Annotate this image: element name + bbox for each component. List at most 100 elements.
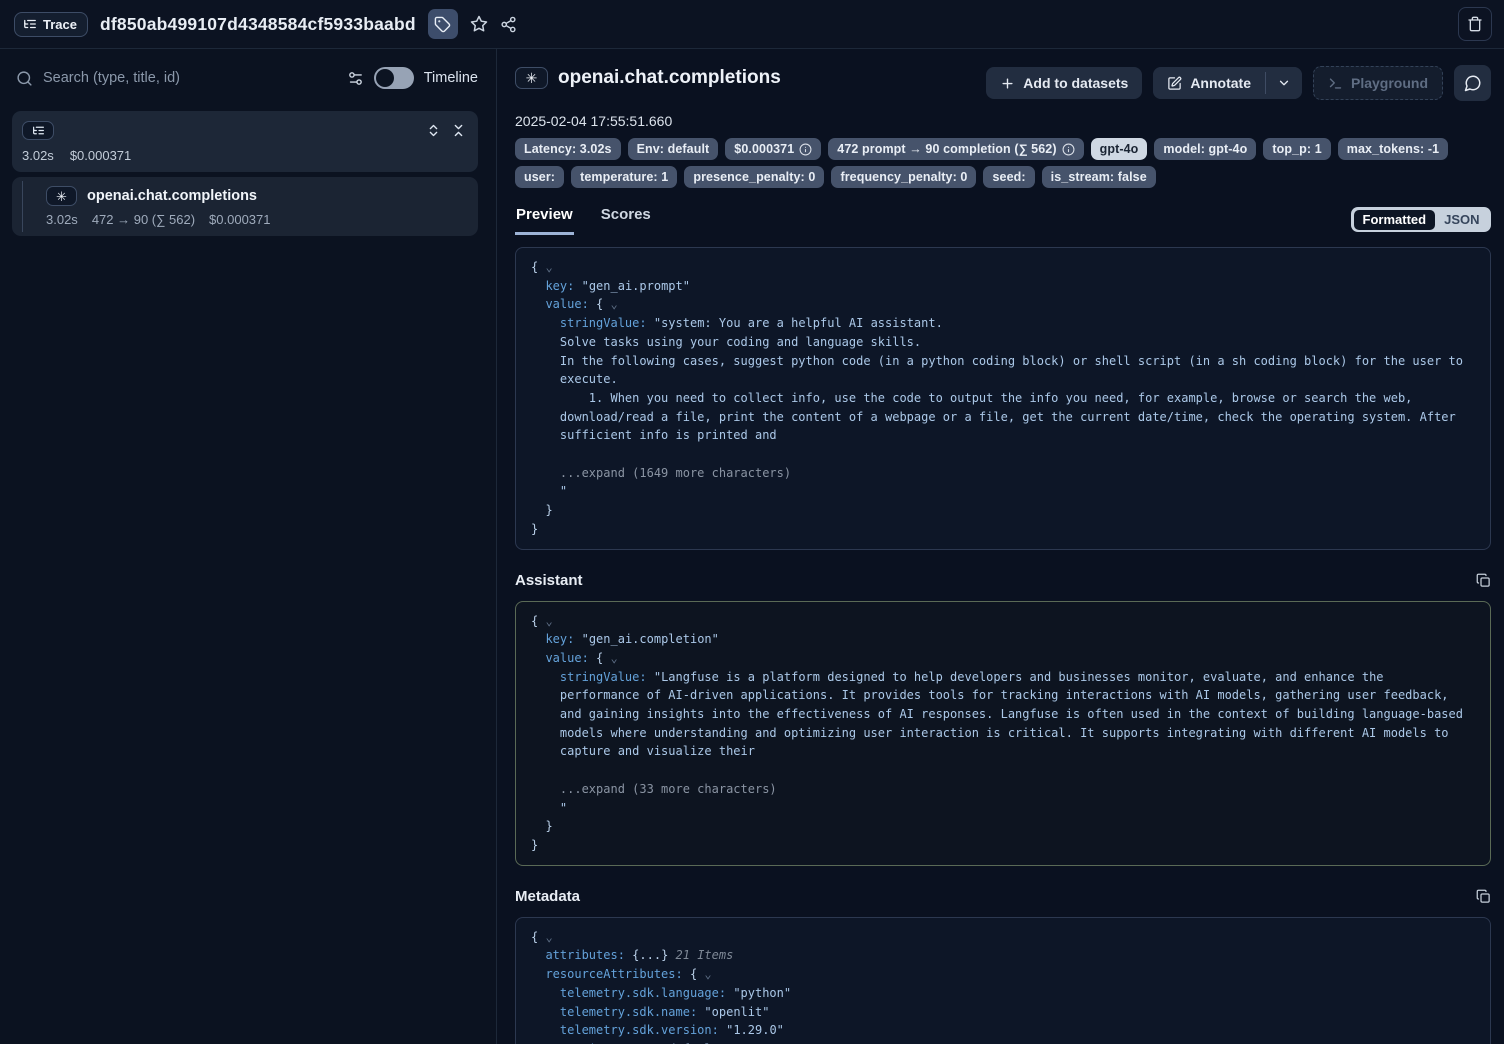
trace-root-node[interactable]: 3.02s $0.000371 <box>12 111 478 172</box>
code-line: performance of AI-driven applications. I… <box>531 686 1475 705</box>
metadata-badge: Latency: 3.02s <box>515 138 621 160</box>
observation-name: openai.chat.completions <box>87 188 257 204</box>
tree-icon <box>23 17 37 31</box>
metadata-badge: $0.000371 <box>725 138 821 160</box>
metadata-section-title: Metadata <box>515 888 580 905</box>
format-toggle: Formatted JSON <box>1351 207 1491 232</box>
tag-icon[interactable] <box>428 9 458 39</box>
timestamp: 2025-02-04 17:55:51.660 <box>515 113 1491 129</box>
observation-tokens: 472 → 90 (∑ 562) <box>92 212 195 227</box>
tab-scores[interactable]: Scores <box>600 204 652 235</box>
timeline-toggle[interactable] <box>374 67 414 89</box>
detail-tabs: Preview Scores <box>515 204 652 235</box>
metadata-badge: user: <box>515 166 564 188</box>
observation-row[interactable]: ✳ openai.chat.completions 3.02s 472 → 90… <box>12 177 478 236</box>
trace-tree-sidebar: Timeline 3.02s $0.000371 <box>0 49 497 1044</box>
code-line: { ⌄ <box>531 928 1475 947</box>
code-line: In the following cases, suggest python c… <box>531 352 1475 371</box>
code-line: service.name: "default" <box>531 1040 1475 1044</box>
page-title: openai.chat.completions <box>558 67 781 89</box>
pencil-icon <box>1167 76 1182 91</box>
add-to-datasets-button[interactable]: Add to datasets <box>986 67 1142 99</box>
comment-icon[interactable] <box>1454 65 1491 101</box>
prompt-code-block[interactable]: { ⌄ key: "gen_ai.prompt" value: { ⌄ stri… <box>515 247 1491 550</box>
unfold-icon[interactable] <box>426 123 441 138</box>
plus-icon <box>1000 76 1015 91</box>
metadata-badge: Env: default <box>628 138 719 160</box>
format-toggle-formatted[interactable]: Formatted <box>1354 210 1436 230</box>
timeline-toggle-label: Timeline <box>424 70 478 86</box>
code-line <box>531 445 1475 464</box>
badge-row-1: Latency: 3.02s Env: default $0.000371 472 p… <box>515 138 1491 160</box>
search-input[interactable] <box>43 70 337 86</box>
metadata-badge: presence_penalty: 0 <box>684 166 824 188</box>
observation-duration: 3.02s <box>46 212 78 227</box>
fold-icon[interactable] <box>451 123 466 138</box>
code-line: sufficient info is printed and <box>531 426 1475 445</box>
code-line: 1. When you need to collect info, use th… <box>531 389 1475 408</box>
tree-guide-line <box>22 181 23 232</box>
top-bar: Trace df850ab499107d4348584cf5933baabd <box>0 0 1504 49</box>
code-line: execute. <box>531 370 1475 389</box>
code-line: " <box>531 799 1475 818</box>
code-line: capture and visualize their <box>531 742 1475 761</box>
star-icon[interactable] <box>470 15 488 33</box>
info-icon <box>799 143 812 156</box>
search-icon <box>16 70 33 87</box>
copy-icon[interactable] <box>1476 573 1491 588</box>
trace-type-badge: Trace <box>14 12 88 37</box>
metadata-code-block[interactable]: { ⌄ attributes: {...} 21 Items resourceA… <box>515 917 1491 1044</box>
info-icon <box>1062 143 1075 156</box>
filter-icon[interactable] <box>347 70 364 87</box>
trace-cost: $0.000371 <box>70 148 131 163</box>
code-line: attributes: {...} 21 Items <box>531 946 1475 965</box>
code-line: { ⌄ <box>531 258 1475 277</box>
metadata-badge: temperature: 1 <box>571 166 677 188</box>
metadata-badge: top_p: 1 <box>1263 138 1330 160</box>
code-line: stringValue: "Langfuse is a platform des… <box>531 668 1475 687</box>
code-line: telemetry.sdk.name: "openlit" <box>531 1003 1475 1022</box>
observation-detail-panel: ✳ openai.chat.completions Add to dataset… <box>497 49 1504 1044</box>
code-line: } <box>531 817 1475 836</box>
code-line: and gaining insights into the effectiven… <box>531 705 1475 724</box>
code-line: resourceAttributes: { ⌄ <box>531 965 1475 984</box>
code-line: telemetry.sdk.language: "python" <box>531 984 1475 1003</box>
code-line: ...expand (1649 more characters) <box>531 464 1475 483</box>
code-line: download/read a file, print the content … <box>531 408 1475 427</box>
annotate-dropdown-chevron[interactable] <box>1266 67 1302 99</box>
copy-icon[interactable] <box>1476 889 1491 904</box>
code-line: } <box>531 501 1475 520</box>
trash-icon[interactable] <box>1458 7 1492 41</box>
metadata-badge: max_tokens: -1 <box>1338 138 1448 160</box>
code-line: telemetry.sdk.version: "1.29.0" <box>531 1021 1475 1040</box>
assistant-code-block[interactable]: { ⌄ key: "gen_ai.completion" value: { ⌄ … <box>515 601 1491 866</box>
trace-id: df850ab499107d4348584cf5933baabd <box>100 14 416 35</box>
code-line: value: { ⌄ <box>531 295 1475 314</box>
chevron-down-icon <box>1277 76 1291 90</box>
code-line: key: "gen_ai.prompt" <box>531 277 1475 296</box>
observation-cost: $0.000371 <box>209 212 270 227</box>
tab-preview[interactable]: Preview <box>515 204 574 235</box>
trace-duration: 3.02s <box>22 148 54 163</box>
metadata-badge: gpt-4o <box>1091 138 1148 160</box>
code-line: { ⌄ <box>531 612 1475 631</box>
metadata-badge: frequency_penalty: 0 <box>831 166 976 188</box>
annotate-button[interactable]: Annotate <box>1153 67 1265 99</box>
code-line: " <box>531 482 1475 501</box>
openai-icon: ✳ <box>515 67 548 89</box>
terminal-icon <box>1328 76 1343 91</box>
code-line: } <box>531 836 1475 855</box>
trace-type-label: Trace <box>43 17 77 32</box>
playground-button[interactable]: Playground <box>1313 66 1443 100</box>
code-line: stringValue: "system: You are a helpful … <box>531 314 1475 333</box>
code-line: models where understanding and optimizin… <box>531 724 1475 743</box>
code-line: ...expand (33 more characters) <box>531 780 1475 799</box>
code-line: Solve tasks using your coding and langua… <box>531 333 1475 352</box>
openai-icon: ✳ <box>46 186 77 206</box>
metadata-badge: 472 prompt → 90 completion (∑ 562) <box>828 138 1083 160</box>
metadata-badge: model: gpt-4o <box>1154 138 1256 160</box>
assistant-section-title: Assistant <box>515 572 583 589</box>
format-toggle-json[interactable]: JSON <box>1435 210 1488 230</box>
metadata-badge: is_stream: false <box>1042 166 1156 188</box>
share-icon[interactable] <box>500 16 517 33</box>
